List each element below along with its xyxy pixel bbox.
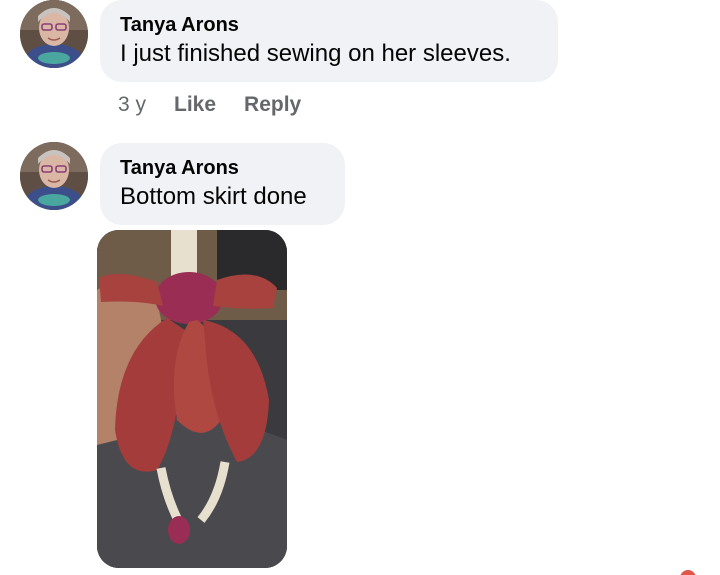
comment-text: I just finished sewing on her sleeves. — [120, 40, 511, 67]
comment-thread: Tanya Arons I just finished sewing on he… — [0, 0, 720, 575]
avatar[interactable] — [20, 0, 88, 68]
like-button[interactable]: Like — [174, 91, 216, 119]
comment-photo-attachment[interactable] — [97, 230, 287, 568]
avatar[interactable] — [20, 142, 88, 210]
notification-indicator — [680, 570, 696, 575]
comment-timestamp[interactable]: 3 y — [118, 91, 146, 119]
comment-text: Bottom skirt done — [120, 183, 307, 210]
comment-author[interactable]: Tanya Arons — [120, 155, 325, 181]
comment-author[interactable]: Tanya Arons — [120, 12, 538, 38]
comment-bubble: Tanya Arons I just finished sewing on he… — [100, 0, 558, 82]
comment-actions: 3 y Like Reply — [118, 91, 329, 119]
reply-button[interactable]: Reply — [244, 91, 301, 119]
comment-bubble: Tanya Arons Bottom skirt done — [100, 143, 345, 225]
